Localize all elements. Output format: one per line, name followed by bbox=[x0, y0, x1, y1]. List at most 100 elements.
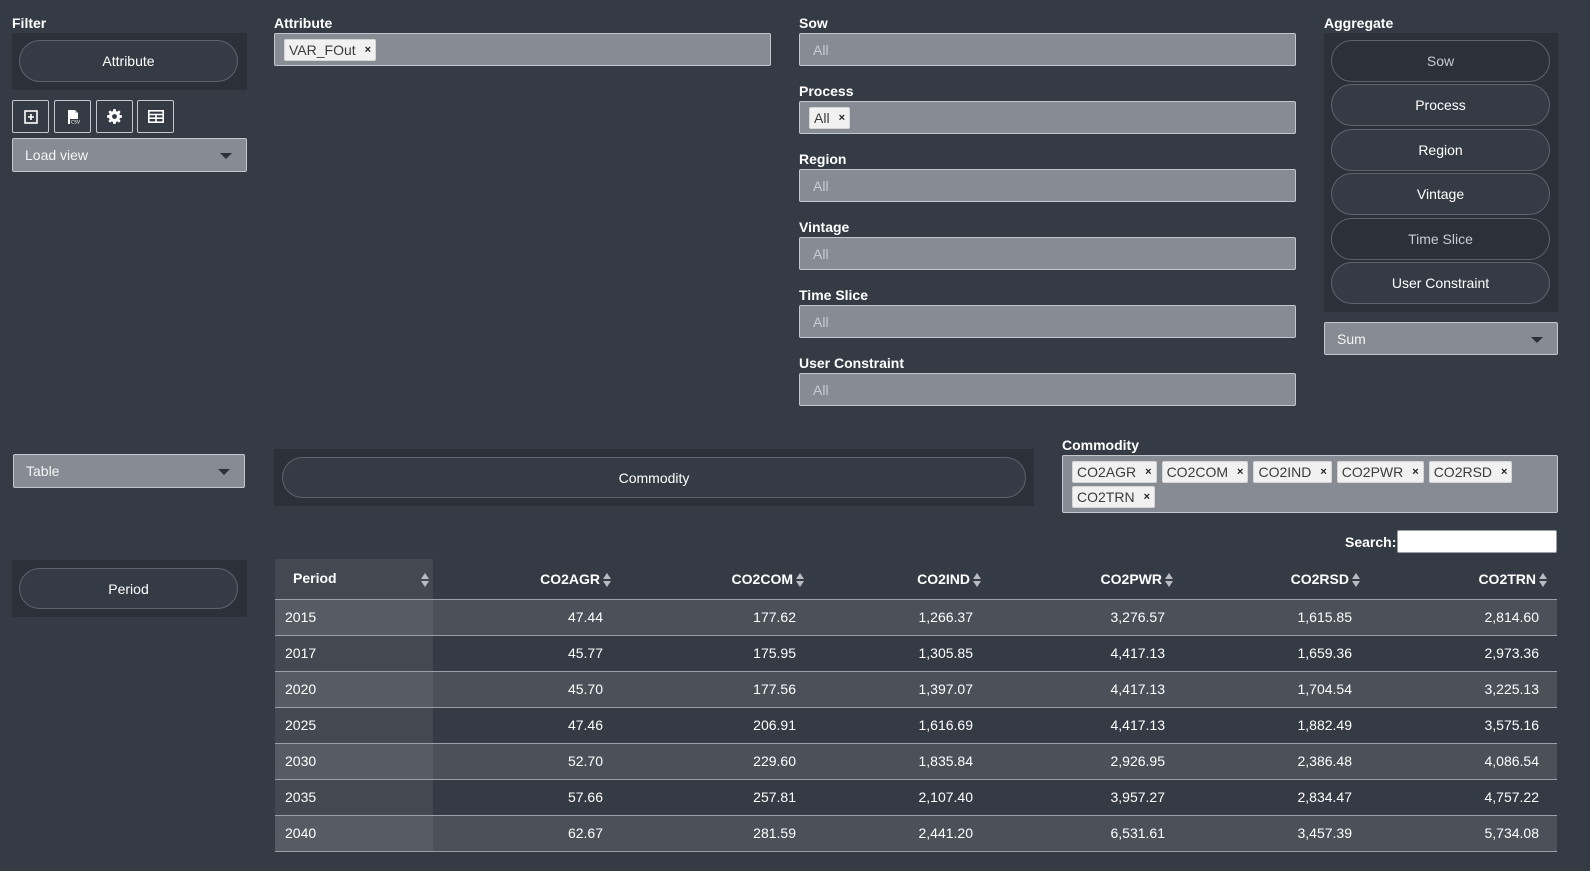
csv-export-icon: CSV bbox=[67, 109, 80, 125]
commodity-tag-label: CO2IND bbox=[1258, 464, 1312, 480]
sort-icon bbox=[1165, 572, 1173, 587]
value-cell: 4,757.22 bbox=[1370, 779, 1557, 816]
time-slice-input[interactable]: All bbox=[799, 305, 1296, 338]
period-cell: 2015 bbox=[275, 599, 433, 636]
sort-icon bbox=[796, 572, 804, 587]
value-cell: 2,834.47 bbox=[1183, 779, 1370, 816]
commodity-tag: CO2RSD × bbox=[1428, 461, 1513, 483]
sort-icon bbox=[1539, 572, 1547, 587]
user-constraint-input[interactable]: All bbox=[799, 373, 1296, 406]
sort-icon bbox=[1352, 572, 1360, 587]
value-cell: 177.62 bbox=[621, 599, 814, 636]
aggregate-process-button[interactable]: Process bbox=[1331, 84, 1550, 126]
commodity-input[interactable]: CO2AGR × CO2COM × CO2IND × CO2PWR × CO2RSD × … bbox=[1062, 455, 1558, 513]
value-cell: 1,659.36 bbox=[1183, 635, 1370, 672]
table-view-button[interactable] bbox=[137, 100, 174, 133]
commodity-tag-label: CO2PWR bbox=[1341, 464, 1404, 480]
commodity-tag: CO2PWR × bbox=[1336, 461, 1424, 483]
column-header-period[interactable]: Period bbox=[275, 559, 433, 600]
value-cell: 2,926.95 bbox=[991, 743, 1183, 780]
column-header-co2com[interactable]: CO2COM bbox=[621, 559, 814, 600]
sort-icon bbox=[421, 573, 429, 588]
user-constraint-placeholder: All bbox=[813, 382, 829, 398]
column-header-co2ind[interactable]: CO2IND bbox=[814, 559, 991, 600]
column-header-label: CO2RSD bbox=[1290, 570, 1349, 587]
time-slice-placeholder: All bbox=[813, 314, 829, 330]
value-cell: 1,266.37 bbox=[814, 599, 991, 636]
settings-button[interactable] bbox=[96, 100, 133, 133]
chevron-down-icon bbox=[1531, 337, 1543, 343]
value-cell: 206.91 bbox=[621, 707, 814, 744]
value-cell: 3,575.16 bbox=[1370, 707, 1557, 744]
add-view-icon bbox=[23, 109, 38, 124]
value-cell: 62.67 bbox=[433, 815, 621, 852]
column-header-co2agr[interactable]: CO2AGR bbox=[433, 559, 621, 600]
aggregate-function-value: Sum bbox=[1337, 331, 1366, 347]
remove-tag-icon[interactable]: × bbox=[365, 44, 371, 56]
value-cell: 45.77 bbox=[433, 635, 621, 672]
search-input[interactable] bbox=[1397, 530, 1557, 553]
vintage-input[interactable]: All bbox=[799, 237, 1296, 270]
filter-label: Filter bbox=[12, 15, 47, 31]
aggregate-region-button[interactable]: Region bbox=[1331, 129, 1550, 171]
aggregate-time-slice-button[interactable]: Time Slice bbox=[1331, 218, 1550, 260]
period-cell: 2030 bbox=[275, 743, 433, 780]
attribute-label: Attribute bbox=[274, 15, 333, 31]
attribute-input[interactable]: VAR_FOut × bbox=[274, 33, 771, 66]
remove-tag-icon[interactable]: × bbox=[1237, 466, 1243, 478]
remove-tag-icon[interactable]: × bbox=[1144, 491, 1150, 503]
commodity-pivot-button[interactable]: Commodity bbox=[282, 457, 1026, 498]
column-header-label: CO2COM bbox=[731, 570, 793, 587]
value-cell: 2,814.60 bbox=[1370, 599, 1557, 636]
chevron-down-icon bbox=[220, 153, 232, 159]
period-cell: 2025 bbox=[275, 707, 433, 744]
process-input[interactable]: All × bbox=[799, 101, 1296, 134]
value-cell: 47.46 bbox=[433, 707, 621, 744]
remove-tag-icon[interactable]: × bbox=[1320, 466, 1326, 478]
period-pivot-button[interactable]: Period bbox=[19, 568, 238, 609]
period-cell: 2040 bbox=[275, 815, 433, 852]
value-cell: 6,531.61 bbox=[991, 815, 1183, 852]
region-input[interactable]: All bbox=[799, 169, 1296, 202]
process-tag-list: All × bbox=[809, 107, 855, 129]
search-label: Search: bbox=[1345, 534, 1397, 550]
commodity-tag-label: CO2RSD bbox=[1433, 464, 1493, 480]
remove-tag-icon[interactable]: × bbox=[1145, 466, 1151, 478]
commodity-tag-label: CO2COM bbox=[1166, 464, 1229, 480]
aggregate-sow-button[interactable]: Sow bbox=[1331, 40, 1550, 82]
load-view-select[interactable]: Load view bbox=[12, 138, 247, 172]
column-header-co2trn[interactable]: CO2TRN bbox=[1370, 559, 1557, 600]
aggregate-function-select[interactable]: Sum bbox=[1324, 322, 1558, 355]
add-view-button[interactable] bbox=[12, 100, 49, 133]
table-row: 2020 45.70 177.56 1,397.07 4,417.13 1,704.54 3… bbox=[275, 671, 1557, 708]
value-cell: 4,086.54 bbox=[1370, 743, 1557, 780]
region-placeholder: All bbox=[813, 178, 829, 194]
view-type-select[interactable]: Table bbox=[13, 454, 245, 488]
view-type-value: Table bbox=[26, 463, 60, 479]
aggregate-vintage-button[interactable]: Vintage bbox=[1331, 173, 1550, 215]
value-cell: 177.56 bbox=[621, 671, 814, 708]
aggregate-user-constraint-button[interactable]: User Constraint bbox=[1331, 262, 1550, 304]
columns-pivot-well: Commodity bbox=[274, 449, 1034, 506]
sow-placeholder: All bbox=[813, 42, 829, 58]
sow-input[interactable]: All bbox=[799, 33, 1296, 66]
table-row: 2035 57.66 257.81 2,107.40 3,957.27 2,834.47 4… bbox=[275, 779, 1557, 816]
remove-tag-icon[interactable]: × bbox=[1412, 466, 1418, 478]
period-cell: 2017 bbox=[275, 635, 433, 672]
column-header-label: Period bbox=[293, 570, 337, 587]
csv-export-button[interactable]: CSV bbox=[54, 100, 91, 133]
value-cell: 2,973.36 bbox=[1370, 635, 1557, 672]
value-cell: 3,276.57 bbox=[991, 599, 1183, 636]
vintage-placeholder: All bbox=[813, 246, 829, 262]
region-label: Region bbox=[799, 151, 847, 167]
column-header-co2pwr[interactable]: CO2PWR bbox=[991, 559, 1183, 600]
value-cell: 45.70 bbox=[433, 671, 621, 708]
value-cell: 4,417.13 bbox=[991, 671, 1183, 708]
column-header-co2rsd[interactable]: CO2RSD bbox=[1183, 559, 1370, 600]
remove-tag-icon[interactable]: × bbox=[1501, 466, 1507, 478]
attribute-filter-button[interactable]: Attribute bbox=[19, 40, 238, 82]
table-header-row: Period CO2AGR CO2COM CO2IND CO2PWR CO2RSD CO2T… bbox=[275, 559, 1557, 600]
remove-tag-icon[interactable]: × bbox=[839, 112, 845, 124]
table-row: 2017 45.77 175.95 1,305.85 4,417.13 1,659.36 2… bbox=[275, 635, 1557, 672]
table-row: 2030 52.70 229.60 1,835.84 2,926.95 2,386.48 4… bbox=[275, 743, 1557, 780]
